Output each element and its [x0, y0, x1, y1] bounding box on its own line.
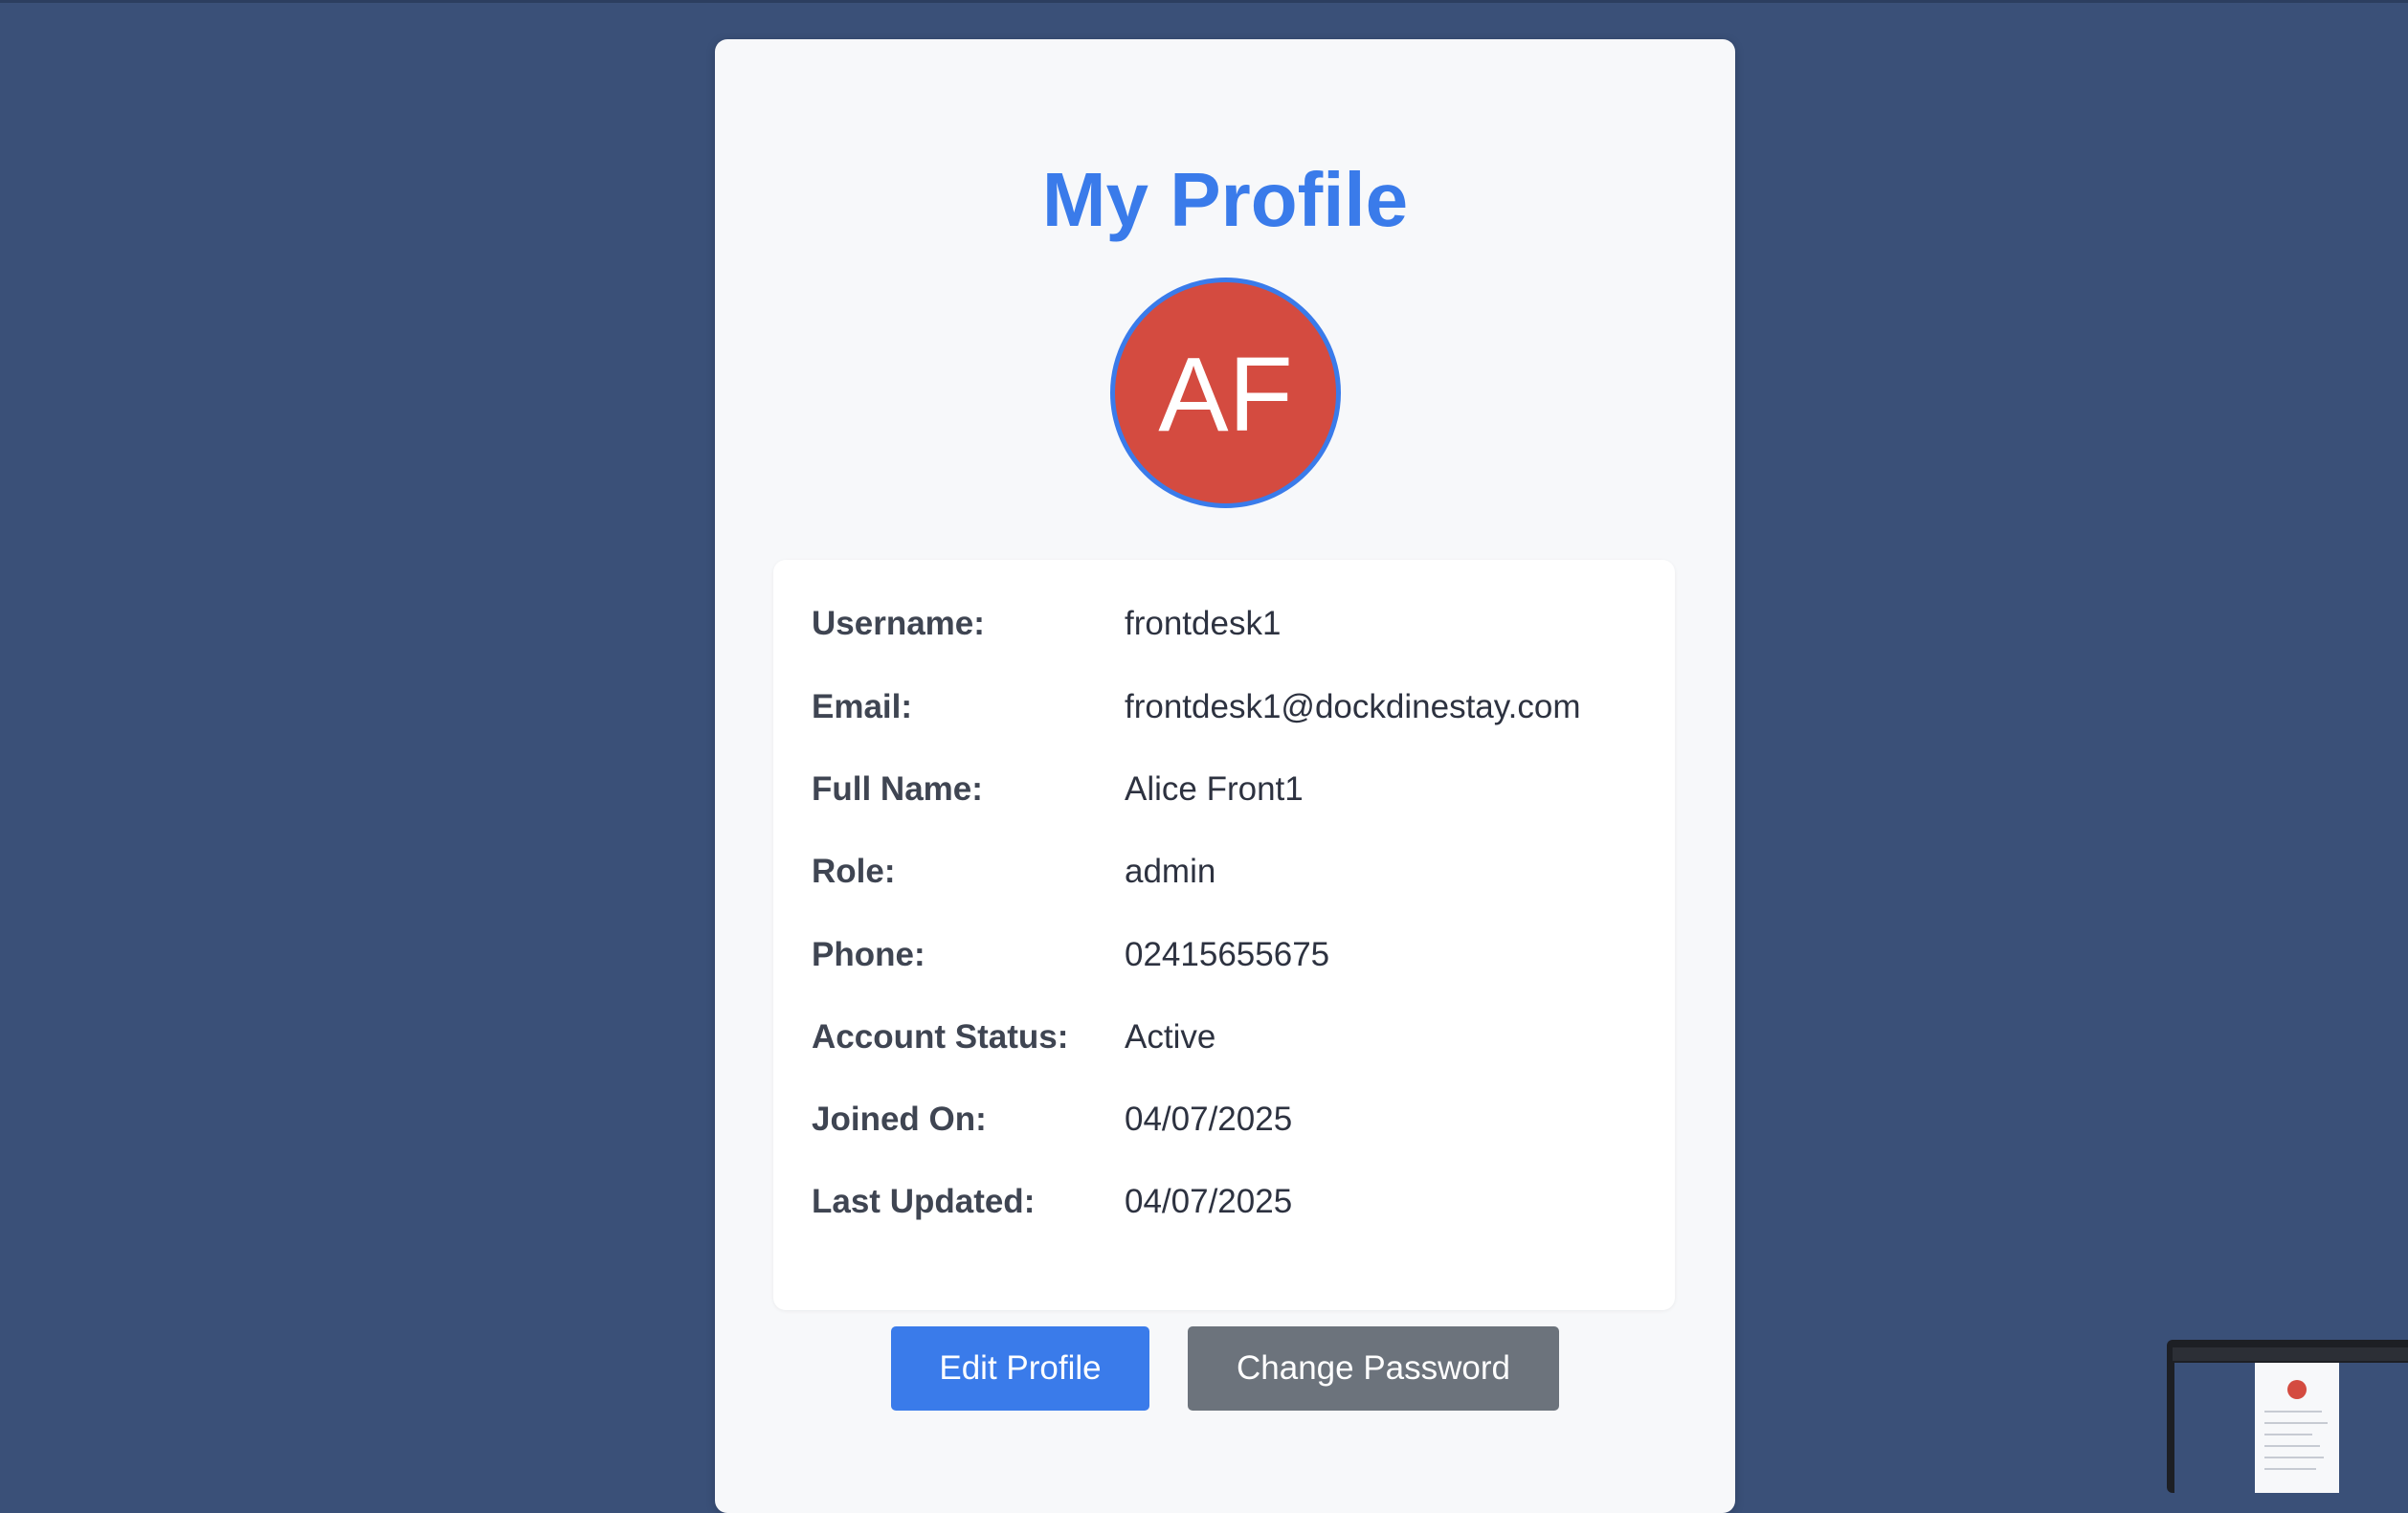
thumbnail-line [2264, 1411, 2322, 1413]
email-value: frontdesk1@dockdinestay.com [1125, 688, 1581, 725]
username-value: frontdesk1 [1125, 605, 1282, 642]
info-row-phone: Phone: 02415655675 [812, 926, 1654, 984]
thumbnail-line [2264, 1468, 2316, 1470]
profile-card: My Profile AF Username: frontdesk1 Email… [715, 39, 1735, 1513]
thumbnail-card [2255, 1363, 2339, 1493]
change-password-button[interactable]: Change Password [1188, 1326, 1559, 1411]
thumbnail-line [2264, 1457, 2324, 1458]
joined-on-value: 04/07/2025 [1125, 1101, 1293, 1138]
info-row-role: Role: admin [812, 843, 1654, 901]
info-row-last-updated: Last Updated: 04/07/2025 [812, 1173, 1654, 1231]
info-row-email: Email: frontdesk1@dockdinestay.com [812, 679, 1654, 736]
thumbnail-toolbar [2173, 1347, 2408, 1361]
thumbnail-preview [2174, 1363, 2408, 1493]
avatar: AF [1110, 278, 1341, 508]
info-row-account-status: Account Status: Active [812, 1009, 1654, 1066]
username-label: Username: [812, 605, 985, 642]
joined-on-label: Joined On: [812, 1101, 987, 1138]
last-updated-label: Last Updated: [812, 1183, 1036, 1220]
page-title: My Profile [1041, 157, 1409, 242]
info-row-joined-on: Joined On: 04/07/2025 [812, 1091, 1654, 1148]
role-label: Role: [812, 853, 896, 890]
thumbnail-avatar [2287, 1380, 2307, 1399]
avatar-initials: AF [1158, 335, 1293, 454]
full-name-value: Alice Front1 [1125, 770, 1304, 808]
screenshot-thumbnail[interactable] [2167, 1340, 2408, 1493]
email-label: Email: [812, 688, 913, 725]
window-top-edge [0, 0, 2408, 3]
info-row-username: Username: frontdesk1 [812, 595, 1654, 653]
thumbnail-line [2264, 1434, 2312, 1435]
account-status-value: Active [1125, 1018, 1216, 1056]
thumbnail-line [2264, 1422, 2328, 1424]
phone-value: 02415655675 [1125, 936, 1330, 973]
account-status-label: Account Status: [812, 1018, 1069, 1056]
phone-label: Phone: [812, 936, 925, 973]
thumbnail-line [2264, 1445, 2320, 1447]
full-name-label: Full Name: [812, 770, 983, 808]
last-updated-value: 04/07/2025 [1125, 1183, 1293, 1220]
profile-info-panel: Username: frontdesk1 Email: frontdesk1@d… [773, 560, 1675, 1310]
info-row-full-name: Full Name: Alice Front1 [812, 761, 1654, 818]
edit-profile-button[interactable]: Edit Profile [891, 1326, 1149, 1411]
role-value: admin [1125, 853, 1216, 890]
